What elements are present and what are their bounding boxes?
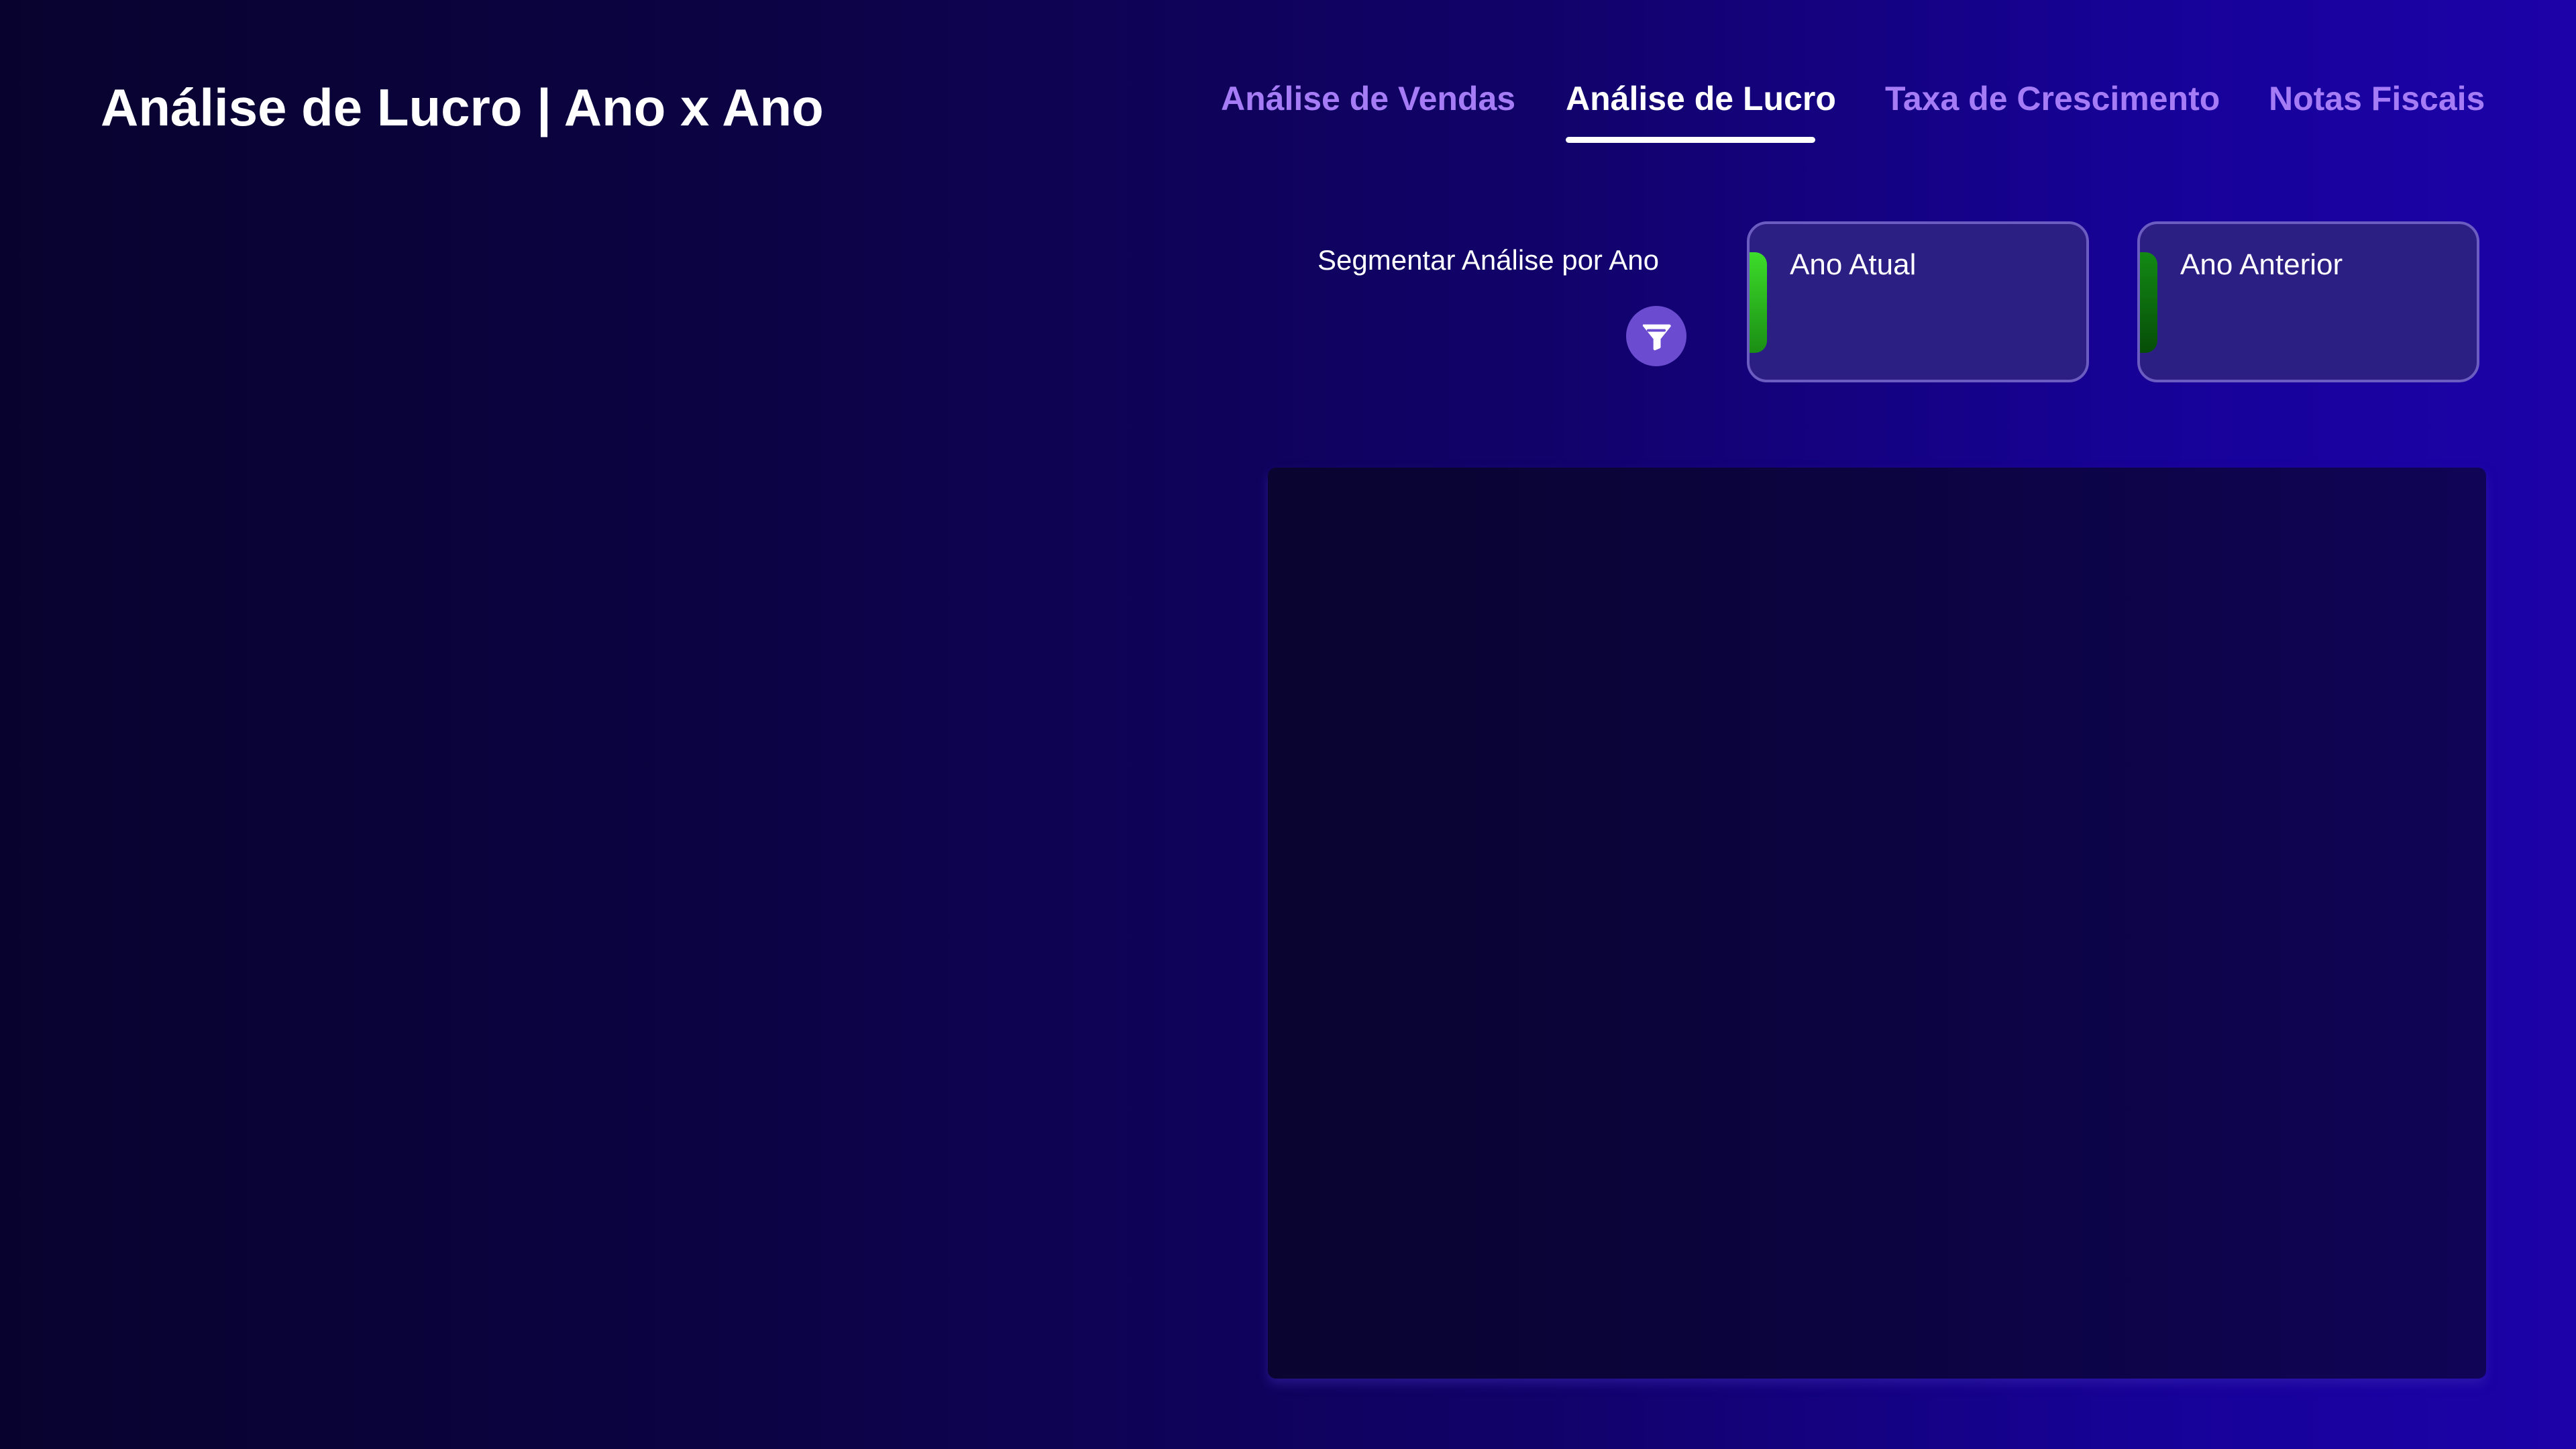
tab-analise-de-vendas[interactable]: Análise de Vendas xyxy=(1221,79,1515,143)
tab-analise-de-lucro[interactable]: Análise de Lucro xyxy=(1566,79,1836,143)
year-filter-label: Segmentar Análise por Ano xyxy=(1318,244,1660,276)
funnel-glyph xyxy=(1642,324,1671,351)
tab-taxa-de-crescimento[interactable]: Taxa de Crescimento xyxy=(1885,79,2220,143)
year-option-label: Ano Atual xyxy=(1790,248,1917,281)
page-nav: Análise de Vendas Análise de Lucro Taxa … xyxy=(0,79,2576,153)
tab-notas-fiscais[interactable]: Notas Fiscais xyxy=(2269,79,2485,143)
year-option-previous[interactable]: Ano Anterior xyxy=(2137,221,2479,382)
year-option-indicator xyxy=(1750,252,1767,353)
year-option-indicator xyxy=(2140,252,2157,353)
filter-icon[interactable] xyxy=(1626,306,1686,366)
year-option-current[interactable]: Ano Atual xyxy=(1747,221,2089,382)
chart-panel xyxy=(1268,468,2486,1379)
year-option-label: Ano Anterior xyxy=(2180,248,2343,281)
